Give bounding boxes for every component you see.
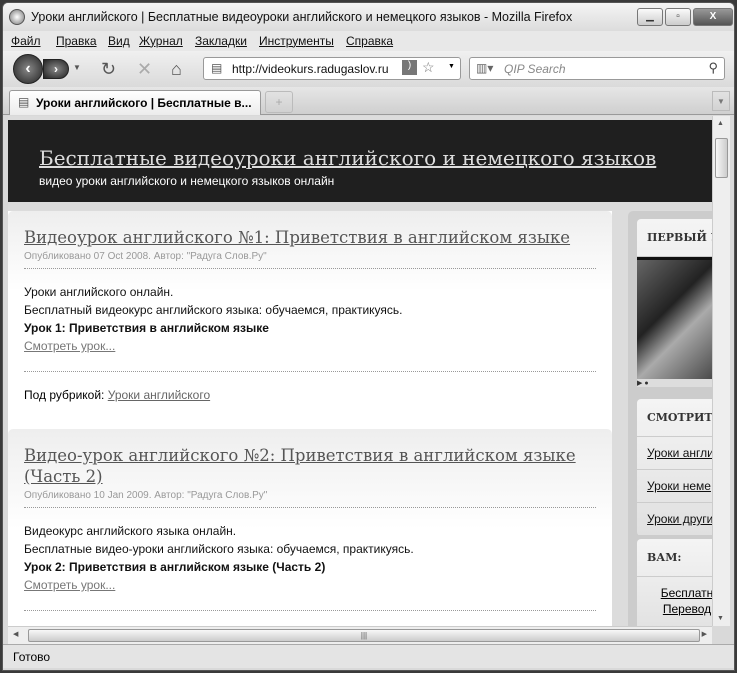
watch-lesson-link[interactable]: Смотреть урок...	[24, 576, 596, 594]
sidebar-link[interactable]: Бесплатн	[657, 585, 712, 601]
site-title[interactable]: Бесплатные видеоуроки английского и неме…	[39, 146, 656, 170]
divider	[24, 371, 596, 372]
url-text[interactable]: http://videokurs.radugaslov.ru	[232, 62, 389, 76]
stop-icon[interactable]: ✕	[137, 59, 152, 80]
sidebar-link[interactable]: Уроки неме	[637, 470, 712, 503]
search-icon[interactable]: ⚲	[708, 60, 718, 76]
menu-view[interactable]: Вид	[108, 34, 130, 48]
you-box: ВАМ: Бесплатн Перевод	[637, 539, 712, 626]
post-line: Уроки английского онлайн.	[24, 283, 596, 301]
post-line: Видеокурс английского языка онлайн.	[24, 522, 596, 540]
nav-toolbar: ‹ › ▼ ↻ ✕ ⌂ ▤ http://videokurs.radugaslo…	[3, 51, 734, 87]
divider	[24, 610, 596, 611]
main-column: Видеоурок английского №1: Приветствия в …	[8, 211, 612, 626]
browser-window: Уроки английского | Бесплатные видеоурок…	[2, 2, 735, 671]
menu-help[interactable]: Справка	[346, 34, 393, 48]
minimize-button[interactable]: ▁	[637, 8, 663, 26]
home-icon[interactable]: ⌂	[171, 59, 182, 80]
title-bar: Уроки английского | Бесплатные видеоурок…	[3, 3, 734, 31]
page-content: Бесплатные видеоуроки английского и неме…	[8, 116, 712, 626]
watch-box: СМОТРИТЕ Уроки англи Уроки неме Уроки др…	[637, 399, 712, 536]
back-button[interactable]: ‹	[13, 54, 43, 84]
status-text: Готово	[13, 650, 50, 664]
horizontal-scrollbar[interactable]: ◀ ||| ▶	[8, 626, 712, 644]
video-controls[interactable]: ▶ ●	[637, 379, 712, 387]
tab-bar: ▤ Уроки английского | Бесплатные в... + …	[3, 87, 734, 115]
search-input[interactable]: QIP Search	[504, 62, 566, 76]
scroll-right-icon[interactable]: ▶	[702, 630, 707, 638]
search-engine-icon[interactable]: ▥▾	[476, 61, 493, 75]
menu-tools[interactable]: Инструменты	[259, 34, 334, 48]
menu-file[interactable]: Файл	[11, 34, 41, 48]
status-bar: Готово	[3, 644, 734, 668]
first-lesson-heading: ПЕРВЫЙ У	[637, 219, 712, 257]
menu-edit[interactable]: Правка	[56, 34, 97, 48]
vertical-scroll-thumb[interactable]	[715, 138, 728, 178]
scroll-left-icon[interactable]: ◀	[13, 630, 18, 638]
page-icon: ▤	[211, 61, 222, 75]
post-1: Видеоурок английского №1: Приветствия в …	[8, 227, 612, 402]
first-lesson-box: ПЕРВЫЙ У ▶ ●	[637, 219, 712, 387]
new-tab-button[interactable]: +	[265, 91, 293, 113]
post-lesson: Урок 2: Приветствия в английском языке (…	[24, 560, 325, 574]
url-dropdown-icon[interactable]: ▼	[448, 63, 455, 70]
post-title[interactable]: Видеоурок английского №1: Приветствия в …	[24, 227, 596, 248]
forward-button[interactable]: ›	[43, 59, 69, 79]
bookmark-star-icon[interactable]: ☆	[422, 59, 435, 76]
tab-list-button[interactable]: ▼	[712, 91, 730, 111]
reload-icon[interactable]: ↻	[101, 59, 116, 80]
horizontal-scroll-thumb[interactable]: |||	[28, 629, 700, 642]
post-line: Бесплатный видеокурс английского языка: …	[24, 301, 596, 319]
tab-active[interactable]: ▤ Уроки английского | Бесплатные в...	[9, 90, 261, 115]
category-link[interactable]: Уроки английского	[108, 388, 210, 402]
tab-page-icon: ▤	[18, 95, 29, 109]
window-title: Уроки английского | Бесплатные видеоурок…	[31, 10, 572, 24]
post-title[interactable]: Видео-урок английского №2: Приветствия в…	[24, 445, 596, 487]
menu-bar: Файл Правка Вид Журнал Закладки Инструме…	[3, 31, 734, 51]
you-heading: ВАМ:	[637, 539, 712, 577]
site-subtitle: видео уроки английского и немецкого язык…	[39, 174, 334, 188]
post-2: Видео-урок английского №2: Приветствия в…	[8, 445, 612, 611]
close-button[interactable]: X	[693, 8, 733, 26]
site-header: Бесплатные видеоуроки английского и неме…	[8, 120, 712, 202]
video-player[interactable]	[637, 257, 712, 379]
sidebar-link[interactable]: Уроки англи	[637, 437, 712, 470]
post-meta: Опубликовано 10 Jan 2009. Автор: "Радуга…	[24, 490, 596, 508]
post-lesson: Урок 1: Приветствия в английском языке	[24, 321, 269, 335]
scroll-up-icon[interactable]: ▲	[717, 120, 724, 127]
firefox-icon	[9, 9, 25, 25]
search-box[interactable]: ▥▾ QIP Search ⚲	[469, 57, 725, 80]
maximize-button[interactable]: ▫	[665, 8, 691, 26]
sidebar: ПЕРВЫЙ У ▶ ● СМОТРИТЕ Уроки англи Уроки …	[628, 211, 712, 626]
post-meta: Опубликовано 07 Oct 2008. Автор: "Радуга…	[24, 251, 596, 269]
history-dropdown-icon[interactable]: ▼	[73, 63, 81, 72]
sidebar-link[interactable]: Перевод	[657, 601, 712, 617]
post-line: Бесплатные видео-уроки английского языка…	[24, 540, 596, 558]
watch-lesson-link[interactable]: Смотреть урок...	[24, 337, 596, 355]
menu-history[interactable]: Журнал	[139, 34, 183, 48]
scroll-down-icon[interactable]: ▼	[717, 615, 724, 622]
tab-label: Уроки английского | Бесплатные в...	[36, 96, 252, 110]
url-bar[interactable]: ▤ http://videokurs.radugaslov.ru ) ☆ ▼	[203, 57, 461, 80]
sidebar-link[interactable]: Уроки други	[637, 503, 712, 536]
vertical-scrollbar[interactable]: ▲ ▼	[712, 116, 730, 626]
menu-bookmarks[interactable]: Закладки	[195, 34, 247, 48]
watch-heading: СМОТРИТЕ	[637, 399, 712, 437]
rss-icon[interactable]: )	[402, 60, 417, 75]
category-label: Под рубрикой:	[24, 388, 104, 402]
